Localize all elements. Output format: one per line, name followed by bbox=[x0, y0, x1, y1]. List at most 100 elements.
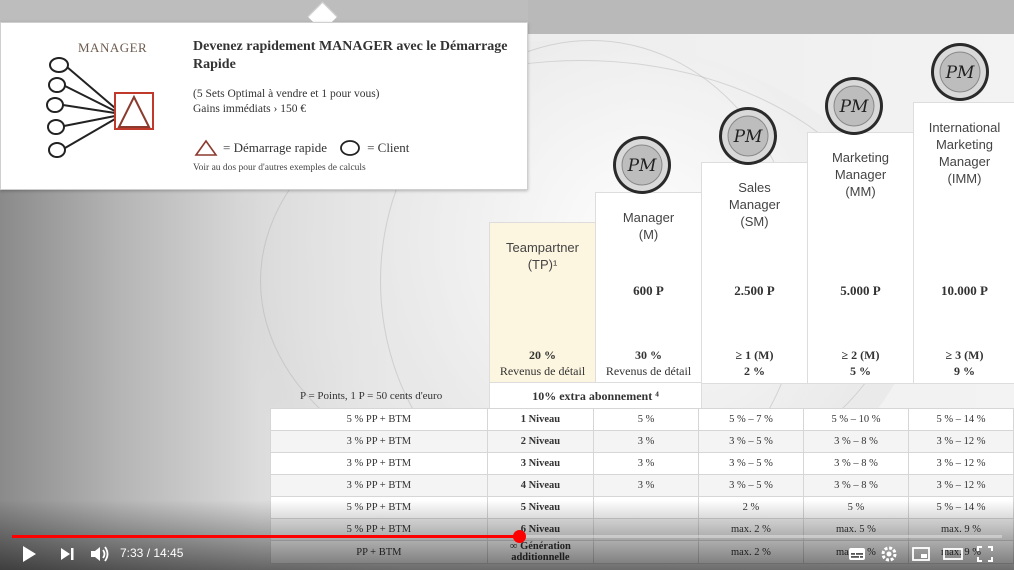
column-share: 20 % Revenus de détail bbox=[490, 347, 595, 379]
cell-mm: 3 % – 8 % bbox=[802, 474, 909, 497]
row-level: 3 Niveau bbox=[486, 452, 595, 475]
gear-icon bbox=[881, 546, 897, 562]
column-name-line: Manager bbox=[622, 210, 675, 225]
time-display: 7:33 / 14:45 bbox=[120, 546, 184, 560]
pm-logo-icon: PM bbox=[930, 42, 996, 107]
column-points: 600 P bbox=[633, 283, 664, 298]
volume-icon bbox=[91, 546, 109, 562]
share-line: 30 % bbox=[635, 348, 662, 362]
card-subtitle-line: Gains immédiats › 150 € bbox=[193, 103, 307, 115]
cell-imm: 3 % – 12 % bbox=[907, 474, 1014, 497]
pm-logo-icon: PM bbox=[824, 76, 890, 141]
volume-button[interactable] bbox=[88, 544, 112, 564]
card-subtitle-line: (5 Sets Optimal à vendre et 1 pour vous) bbox=[193, 88, 380, 100]
svg-text:PM: PM bbox=[627, 156, 657, 176]
current-time: 7:33 bbox=[120, 546, 144, 560]
table-row: 3 % PP + BTM 2 Niveau 3 % 3 % – 5 % 3 % – 8 … bbox=[270, 430, 1014, 453]
column-tp: Teampartner (TP)¹ 20 % Revenus de détail bbox=[489, 222, 596, 384]
column-points: 2.500 P bbox=[734, 283, 775, 298]
column-points: 10.000 P bbox=[941, 283, 988, 298]
theater-button[interactable] bbox=[942, 544, 964, 564]
row-level: 2 Niveau bbox=[486, 430, 595, 453]
cell-m: 3 % bbox=[593, 474, 699, 497]
row-label: 5 % PP + BTM bbox=[270, 408, 488, 431]
play-button[interactable] bbox=[18, 544, 40, 564]
share-line: Revenus de détail bbox=[605, 364, 692, 378]
play-icon bbox=[23, 546, 36, 562]
next-button[interactable] bbox=[56, 544, 78, 564]
table-row: 3 % PP + BTM 4 Niveau 3 % 3 % – 5 % 3 % – 8 … bbox=[270, 474, 1014, 497]
cell-m: 3 % bbox=[593, 430, 699, 453]
progress-played bbox=[12, 535, 519, 538]
card-note: Voir au dos pour d'autres exemples de ca… bbox=[193, 163, 366, 173]
column-name-line: Sales bbox=[738, 180, 771, 195]
column-name: Sales Manager (SM) bbox=[702, 179, 807, 230]
legend-triangle-label: = Démarrage rapide bbox=[223, 140, 328, 155]
column-m: Manager (M) 600 P 30 % Revenus de détail bbox=[595, 192, 702, 384]
column-name-line: Manager bbox=[728, 197, 781, 212]
column-name-line: Manager bbox=[938, 154, 991, 169]
column-name-line: International bbox=[928, 120, 1001, 135]
subtitles-icon bbox=[849, 548, 865, 560]
cell-m: 3 % bbox=[593, 452, 699, 475]
column-share: ≥ 2 (M) 5 % bbox=[808, 347, 913, 379]
skip-next-icon bbox=[61, 548, 74, 560]
table-row: 3 % PP + BTM 3 Niveau 3 % 3 % – 5 % 3 % – 8 … bbox=[270, 452, 1014, 475]
column-share: ≥ 3 (M) 9 % bbox=[914, 347, 1014, 379]
settings-button[interactable] bbox=[878, 544, 900, 564]
fullscreen-button[interactable] bbox=[974, 544, 996, 564]
duration: 14:45 bbox=[153, 546, 184, 560]
column-name: International Marketing Manager (IMM) bbox=[914, 119, 1014, 187]
row-label: 3 % PP + BTM bbox=[270, 452, 488, 475]
share-line: 20 % bbox=[529, 348, 556, 362]
share-line: ≥ 1 (M) bbox=[735, 348, 774, 362]
column-name-line: (SM) bbox=[740, 214, 769, 229]
column-name-line: (MM) bbox=[845, 184, 876, 199]
column-name: Marketing Manager (MM) bbox=[808, 149, 913, 200]
subtitles-button[interactable] bbox=[846, 544, 868, 564]
cell-m: 5 % bbox=[593, 408, 699, 431]
quick-start-diagram-icon bbox=[46, 57, 154, 158]
cell-sm: 3 % – 5 % bbox=[697, 430, 804, 453]
triangle-icon bbox=[194, 139, 218, 156]
column-name: Teampartner (TP)¹ bbox=[490, 239, 595, 273]
row-label: 3 % PP + BTM bbox=[270, 430, 488, 453]
cell-imm: 3 % – 12 % bbox=[907, 430, 1014, 453]
pm-logo-icon: PM bbox=[612, 135, 678, 200]
circle-icon bbox=[340, 140, 360, 156]
miniplayer-button[interactable] bbox=[910, 544, 932, 564]
pm-logo-icon: PM bbox=[718, 106, 784, 171]
cell-imm: 3 % – 12 % bbox=[907, 452, 1014, 475]
card-legend: = Démarrage rapide = Client bbox=[193, 139, 409, 157]
column-mm: Marketing Manager (MM) 5.000 P ≥ 2 (M) 5… bbox=[807, 132, 914, 384]
video-frame[interactable]: Teampartner (TP)¹ 20 % Revenus de détail… bbox=[0, 0, 1014, 570]
cell-sm: 3 % – 5 % bbox=[697, 452, 804, 475]
table-row: 5 % PP + BTM 1 Niveau 5 % 5 % – 7 % 5 % – 10… bbox=[270, 408, 1014, 431]
row-label: 3 % PP + BTM bbox=[270, 474, 488, 497]
cell-sm: 5 % – 7 % bbox=[697, 408, 804, 431]
cell-sm: 3 % – 5 % bbox=[697, 474, 804, 497]
progress-scrubber[interactable] bbox=[513, 530, 526, 543]
legend-circle-label: = Client bbox=[367, 140, 410, 155]
row-level: 4 Niveau bbox=[486, 474, 595, 497]
svg-text:PM: PM bbox=[839, 97, 869, 117]
card-title: Devenez rapidement MANAGER avec le Démar… bbox=[193, 39, 508, 72]
share-line: 9 % bbox=[954, 364, 975, 378]
share-line: ≥ 3 (M) bbox=[945, 348, 984, 362]
column-name-line: (IMM) bbox=[947, 171, 982, 186]
svg-text:PM: PM bbox=[733, 127, 763, 147]
column-name: Manager (M) bbox=[596, 209, 701, 243]
theater-icon bbox=[943, 548, 963, 560]
points-legend: P = Points, 1 P = 50 cents d'euro bbox=[300, 390, 443, 402]
column-share: ≥ 1 (M) 2 % bbox=[702, 347, 807, 379]
card-subtitle: (5 Sets Optimal à vendre et 1 pour vous)… bbox=[193, 87, 513, 117]
column-name-line: Teampartner bbox=[506, 240, 579, 255]
column-share: 30 % Revenus de détail bbox=[596, 347, 701, 379]
share-line: 5 % bbox=[850, 364, 871, 378]
info-card: MANAGER Devenez rapidement MANAGER avec … bbox=[0, 22, 528, 190]
fullscreen-icon bbox=[977, 546, 993, 562]
cell-mm: 3 % – 8 % bbox=[802, 452, 909, 475]
top-band-right bbox=[528, 0, 1014, 34]
cell-mm: 3 % – 8 % bbox=[802, 430, 909, 453]
share-line: ≥ 2 (M) bbox=[841, 348, 880, 362]
